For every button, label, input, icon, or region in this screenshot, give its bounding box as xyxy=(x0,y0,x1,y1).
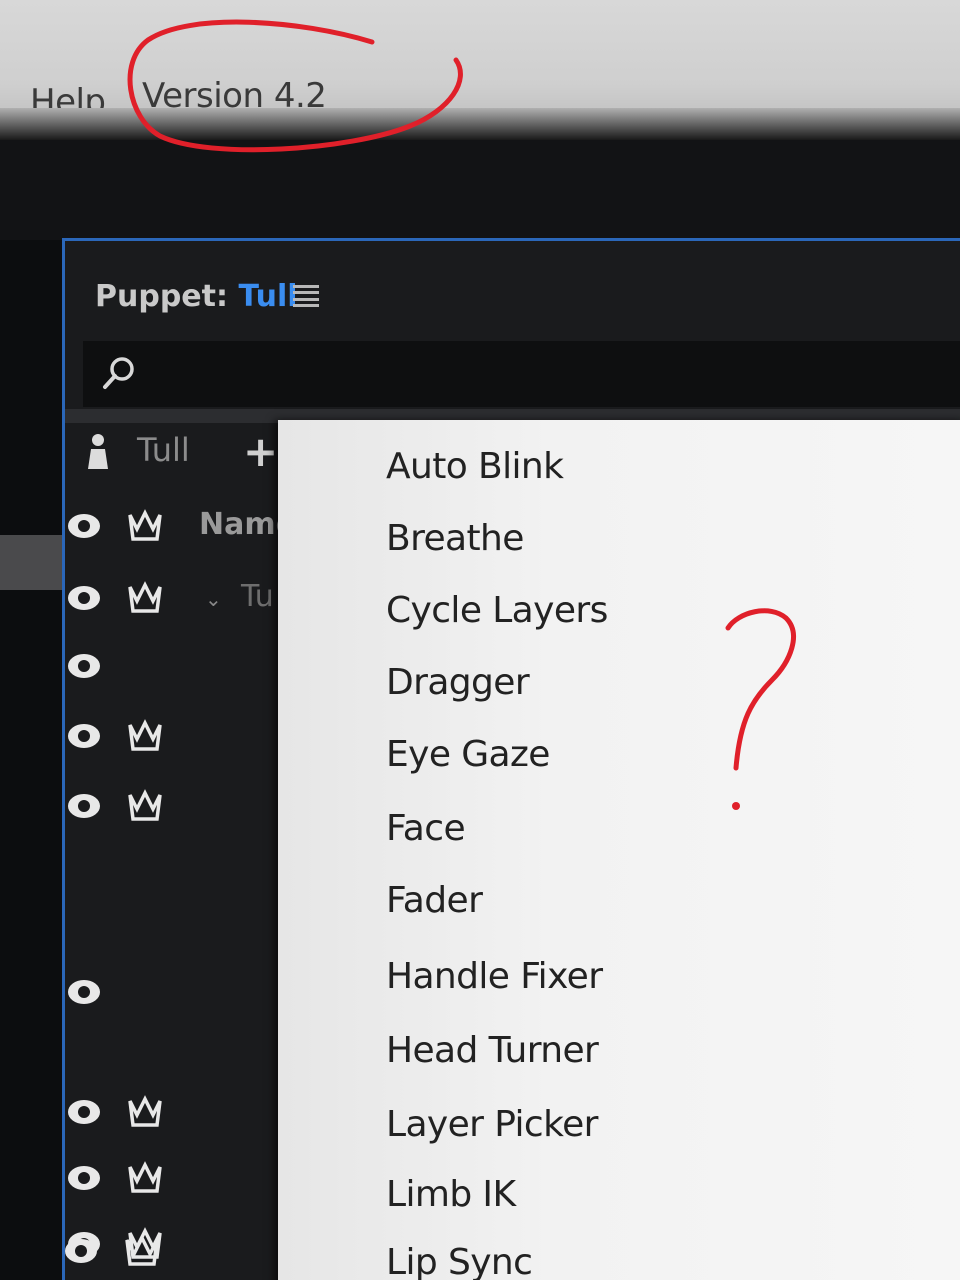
menu-item-face[interactable]: Face xyxy=(386,808,466,849)
eye-icon[interactable] xyxy=(65,791,103,821)
menu-item-cycle-layers[interactable]: Cycle Layers xyxy=(386,590,608,631)
puppet-name[interactable]: Tull xyxy=(238,279,297,314)
menu-item-fader[interactable]: Fader xyxy=(386,880,483,921)
layer-name: Tu xyxy=(241,579,274,614)
menu-item-auto-blink[interactable]: Auto Blink xyxy=(386,446,564,487)
eye-icon[interactable] xyxy=(65,1097,103,1127)
layer-row[interactable] xyxy=(65,1091,285,1141)
panel-title-prefix: Puppet: xyxy=(95,279,228,314)
panel-title: Puppet: Tull xyxy=(95,279,298,314)
person-icon xyxy=(88,434,108,469)
eye-icon[interactable] xyxy=(65,721,103,751)
search-bar[interactable] xyxy=(83,341,960,407)
menu-item-lip-sync[interactable]: Lip Sync xyxy=(386,1242,533,1280)
layer-row[interactable] xyxy=(65,715,285,765)
timeline-strip xyxy=(0,535,62,590)
puppet-root-label: Tull xyxy=(137,431,190,469)
crown-icon[interactable] xyxy=(127,719,163,753)
crown-icon[interactable] xyxy=(124,1234,160,1268)
layer-row[interactable]: ⌄ Tu xyxy=(65,577,285,627)
chevron-down-icon[interactable]: ⌄ xyxy=(205,587,222,611)
eye-icon[interactable] xyxy=(65,977,103,1007)
crown-icon[interactable] xyxy=(127,1095,163,1129)
behaviors-dropdown-menu: Auto Blink Breathe Cycle Layers Dragger … xyxy=(278,420,960,1280)
eye-icon[interactable] xyxy=(65,583,103,613)
hamburger-menu-icon[interactable] xyxy=(293,285,319,307)
menu-item-breathe[interactable]: Breathe xyxy=(386,518,524,559)
eye-icon[interactable] xyxy=(65,511,103,541)
menu-item-dragger[interactable]: Dragger xyxy=(386,662,530,703)
eye-icon[interactable] xyxy=(65,651,103,681)
add-behavior-icon[interactable]: + xyxy=(243,427,278,476)
eye-icon[interactable] xyxy=(62,1236,100,1266)
layer-header-row: Name xyxy=(65,505,296,555)
menu-item-limb-ik[interactable]: Limb IK xyxy=(386,1174,516,1215)
eye-icon[interactable] xyxy=(65,1163,103,1193)
crown-icon[interactable] xyxy=(127,581,163,615)
layer-row[interactable] xyxy=(65,645,285,695)
layer-row[interactable] xyxy=(62,1230,282,1280)
search-icon xyxy=(103,357,134,389)
layer-row[interactable] xyxy=(65,785,285,835)
crown-icon[interactable] xyxy=(127,1161,163,1195)
layer-row[interactable] xyxy=(65,1157,285,1207)
crown-icon[interactable] xyxy=(127,509,163,543)
toolbar-area xyxy=(0,140,960,240)
menu-item-handle-fixer[interactable]: Handle Fixer xyxy=(386,956,603,997)
crown-icon[interactable] xyxy=(127,789,163,823)
menu-item-layer-picker[interactable]: Layer Picker xyxy=(386,1104,598,1145)
menu-item-eye-gaze[interactable]: Eye Gaze xyxy=(386,734,550,775)
layer-row[interactable] xyxy=(65,971,285,1021)
layer-list: Name ⌄ Tu xyxy=(65,501,296,1280)
menubar-shadow xyxy=(0,108,960,140)
menu-item-head-turner[interactable]: Head Turner xyxy=(386,1030,599,1071)
